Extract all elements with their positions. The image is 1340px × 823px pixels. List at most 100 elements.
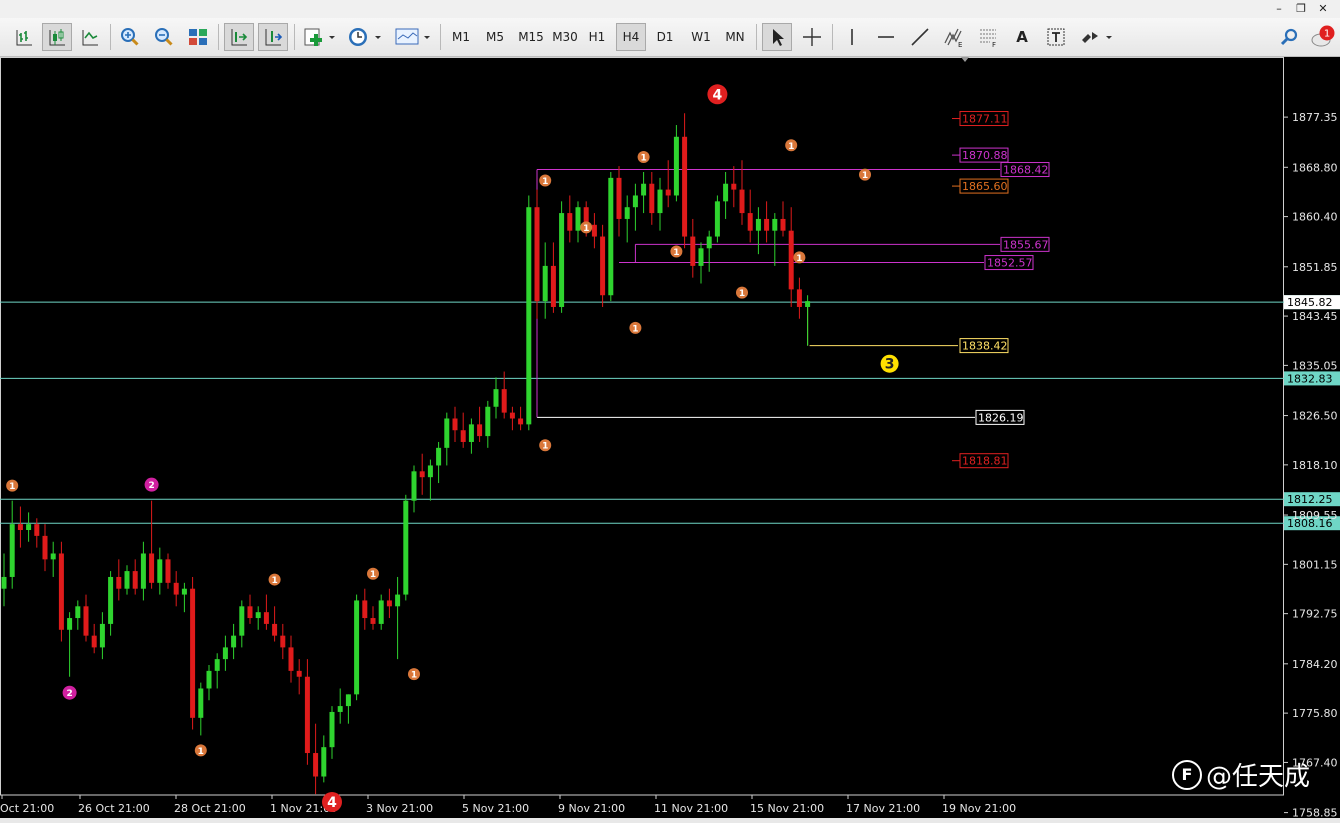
candle-body (427, 465, 433, 478)
candle-body (17, 524, 23, 531)
auto-scroll-button[interactable] (224, 23, 254, 51)
arrows-button[interactable] (1076, 23, 1116, 51)
candle-body (600, 236, 606, 296)
timeframe-w1-button[interactable]: W1 (686, 23, 716, 51)
candle-body (567, 213, 573, 231)
price-labels: 1826.19 1868.42 1855.67 1852.57 1838.42 1877.… (952, 111, 1050, 469)
candle-body (731, 183, 737, 190)
toolbar-separator (294, 24, 295, 50)
candle-body (714, 201, 720, 237)
cursor-button[interactable] (762, 23, 792, 51)
candle-body (477, 424, 483, 437)
cursor-icon (773, 29, 784, 46)
candle-body (764, 218, 770, 231)
templates-button[interactable] (392, 23, 432, 51)
zoom-in-button[interactable] (116, 23, 144, 51)
search-icon (1280, 28, 1298, 46)
timeframe-h4-button[interactable]: H4 (616, 23, 646, 51)
wave-marker-label: 1 (411, 671, 417, 681)
search-button[interactable] (1276, 23, 1304, 51)
auto-scroll-icon (231, 29, 248, 46)
price-tick-label: 1835.05 (1292, 359, 1338, 372)
shift-marker-icon (961, 57, 969, 62)
price-tick-label: 1860.40 (1292, 211, 1338, 224)
horizontal-line-button[interactable] (872, 23, 900, 51)
candle-body (263, 612, 269, 624)
price-tick-label: 1818.10 (1292, 459, 1338, 472)
horizontal-line-icon (878, 36, 894, 38)
wave-marker-label: 1 (542, 442, 548, 452)
price-tick-label: 1877.35 (1292, 111, 1338, 124)
toolbar-separator (440, 24, 441, 50)
restore-icon[interactable]: ❐ (1290, 0, 1312, 18)
zoom-out-button[interactable] (150, 23, 178, 51)
wave-marker-label: 1 (796, 254, 802, 264)
elliott-wave-button[interactable]: E (940, 23, 968, 51)
chart-shift-button[interactable] (258, 23, 288, 51)
wave-marker-label: 1 (788, 142, 794, 152)
candle-body (805, 301, 811, 307)
periodicity-button[interactable] (344, 23, 384, 51)
chat-button[interactable]: 1 (1308, 23, 1338, 51)
candle-body (436, 447, 442, 466)
price-tick-label: 1801.15 (1292, 558, 1338, 571)
watermark-text: @任天成 (1206, 762, 1311, 792)
close-icon[interactable]: ✕ (1312, 0, 1334, 18)
candle-body (132, 571, 138, 589)
vertical-line-button[interactable] (838, 23, 866, 51)
bar-chart-button[interactable] (10, 23, 38, 51)
timeframe-mn-button[interactable]: MN (720, 23, 750, 51)
candle-body (723, 183, 729, 202)
level-label: 1838.42 (962, 340, 1008, 353)
timeframe-d1-button[interactable]: D1 (650, 23, 680, 51)
timeframe-m15-button[interactable]: M15 (514, 23, 548, 51)
zoom-in-icon (121, 28, 139, 46)
wave-marker-label: 1 (271, 576, 277, 586)
candle-body (493, 389, 499, 407)
price-chart[interactable]: 1845.821832.831812.251808.161877.351868.… (0, 57, 1340, 823)
candle-body (673, 136, 679, 196)
time-tick-label: 28 Oct 21:00 (174, 802, 246, 815)
candle-body (509, 412, 515, 419)
tile-windows-button[interactable] (184, 23, 212, 51)
candle-body (419, 471, 425, 478)
candle-body (690, 236, 696, 266)
candle-body (624, 207, 630, 219)
zoom-out-icon (155, 28, 173, 46)
chart-window[interactable]: 1845.821832.831812.251808.161877.351868.… (0, 57, 1340, 823)
arrows-icon (1082, 32, 1112, 43)
minimize-icon[interactable]: – (1268, 0, 1290, 18)
candle-body (542, 265, 548, 302)
indicators-button[interactable] (300, 23, 338, 51)
text-tool-button[interactable]: A (1008, 23, 1036, 51)
candle-body (108, 576, 114, 624)
candle-body (354, 600, 360, 695)
timeframe-m1-button[interactable]: M1 (446, 23, 476, 51)
time-tick-label: 3 Nov 21:00 (366, 802, 433, 815)
candle-body (608, 177, 614, 296)
trendline-button[interactable] (906, 23, 934, 51)
timeframe-m5-button[interactable]: M5 (480, 23, 510, 51)
text-label-button[interactable] (1042, 23, 1070, 51)
candle-body (50, 553, 56, 560)
timeframe-m30-button[interactable]: M30 (548, 23, 582, 51)
wave-marker-label: 2 (148, 481, 154, 491)
candlestick-chart-button[interactable] (42, 23, 72, 51)
window-controls: – ❐ ✕ (1268, 0, 1334, 18)
price-tick-label: 1851.85 (1292, 261, 1338, 274)
crosshair-button[interactable] (798, 23, 826, 51)
line-chart-button[interactable] (76, 23, 104, 51)
candle-body (247, 606, 253, 619)
title-bar: – ❐ ✕ (0, 0, 1340, 18)
candle-body (632, 195, 638, 208)
candle-body (91, 635, 97, 648)
timeframe-h1-button[interactable]: H1 (582, 23, 612, 51)
candle-body (534, 207, 540, 302)
crosshair-icon (803, 28, 821, 46)
fibonacci-button[interactable]: F (974, 23, 1002, 51)
vertical-line-icon (851, 29, 853, 45)
candle-body (75, 606, 81, 619)
candle-body (706, 236, 712, 249)
candle-body (698, 248, 704, 266)
price-tick-label: 1809.55 (1292, 509, 1338, 522)
